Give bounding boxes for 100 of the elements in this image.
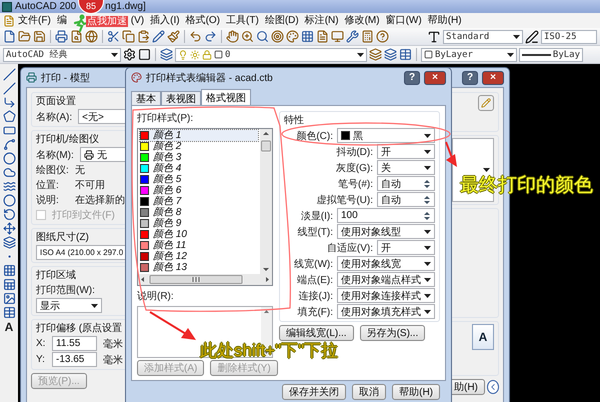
style-list-item[interactable]: 颜色 1	[140, 130, 258, 141]
dropdown[interactable]: ByLayer	[421, 48, 517, 62]
dropdown[interactable]: ISO-25	[541, 30, 597, 44]
table-icon[interactable]	[399, 48, 412, 61]
dropdown[interactable]: 0	[175, 48, 367, 62]
layers-icon[interactable]	[2, 236, 16, 249]
help-button[interactable]: ?	[462, 70, 478, 84]
square-icon[interactable]	[138, 48, 151, 61]
target-icon[interactable]	[271, 30, 284, 43]
style-list-item[interactable]: 颜色 10	[140, 229, 258, 240]
menu-item[interactable]: 窗口(W)	[382, 14, 425, 28]
dropdown[interactable]: 黑	[337, 128, 435, 143]
hatch-icon[interactable]	[2, 264, 16, 277]
text-style-icon[interactable]	[427, 30, 441, 44]
dropdown[interactable]: Standard	[443, 30, 523, 44]
cloud-icon[interactable]	[2, 166, 16, 179]
zoom-in-icon[interactable]	[241, 30, 254, 43]
tab[interactable]: 表视图	[161, 91, 201, 105]
menu-item[interactable]: 修改(M)	[342, 14, 383, 28]
brush-icon[interactable]	[167, 30, 180, 43]
polyline-icon[interactable]	[2, 96, 16, 109]
style-list-item[interactable]: 颜色 13	[140, 262, 258, 273]
spin-field[interactable]: 自动	[377, 192, 435, 207]
menu-item[interactable]: 绘图(D)	[262, 14, 302, 28]
region-icon[interactable]	[2, 292, 16, 305]
style-list-item[interactable]: 颜色 11	[140, 240, 258, 251]
dropdown[interactable]: 使用对象线宽	[337, 256, 435, 271]
dialog-button[interactable]: 帮助(H)	[392, 384, 440, 400]
style-list-item[interactable]: 颜色 9	[140, 218, 258, 229]
globe-icon[interactable]	[85, 30, 98, 43]
line-icon[interactable]	[2, 68, 16, 81]
dropdown[interactable]: ByLay	[519, 48, 583, 62]
palette-icon[interactable]	[286, 30, 299, 43]
new-file-icon[interactable]	[3, 30, 16, 43]
spin-field[interactable]: 100	[337, 208, 435, 223]
save-icon[interactable]	[33, 30, 46, 43]
dropdown[interactable]: 关	[377, 160, 435, 175]
table-icon[interactable]	[2, 306, 16, 319]
spin-arrows-icon[interactable]	[423, 178, 431, 190]
text-tool[interactable]: A	[4, 320, 14, 334]
edit-button[interactable]	[478, 95, 494, 111]
circle-icon[interactable]	[2, 152, 16, 165]
gear-icon[interactable]	[123, 48, 136, 61]
style-list-item[interactable]: 颜色 4	[140, 163, 258, 174]
help-icon[interactable]	[376, 30, 389, 43]
rotate-icon[interactable]	[2, 208, 16, 221]
menu-item[interactable]: 编	[54, 14, 70, 28]
grid-icon[interactable]	[301, 30, 314, 43]
edit-lineweights-button[interactable]: 编辑线宽(L)...	[279, 325, 354, 341]
menu-item[interactable]: (V)	[128, 14, 148, 28]
dropdown[interactable]: 开	[377, 240, 435, 255]
polygon-icon[interactable]	[2, 110, 16, 123]
spline-icon[interactable]	[2, 180, 16, 193]
move-icon[interactable]	[2, 222, 16, 235]
line-icon[interactable]	[2, 82, 16, 95]
dialog-button[interactable]: 保存并关闭	[282, 384, 346, 400]
spin-arrows-icon[interactable]	[423, 210, 431, 222]
dropdown[interactable]: 使用对象连接样式	[337, 288, 435, 303]
save-as-button[interactable]: 另存为(S)...	[360, 325, 426, 341]
layers-icon[interactable]	[369, 48, 382, 61]
wrench-icon[interactable]	[346, 30, 359, 43]
folder-icon[interactable]	[18, 30, 31, 43]
menu-item[interactable]: 插入(I)	[147, 14, 183, 28]
style-list-item[interactable]: 颜色 6	[140, 185, 258, 196]
tab[interactable]: 基本	[131, 91, 161, 105]
spin-arrows-icon[interactable]	[423, 194, 431, 206]
pen-icon[interactable]	[525, 30, 539, 44]
dropdown[interactable]: AutoCAD 经典	[3, 48, 121, 62]
spin-field[interactable]: 自动	[377, 176, 435, 191]
dropdown[interactable]: 显示	[36, 298, 102, 313]
style-list-item[interactable]: 颜色 8	[140, 207, 258, 218]
collapse-button[interactable]	[486, 380, 499, 394]
input-field[interactable]: -13.65	[52, 352, 97, 367]
rectangle-icon[interactable]	[2, 124, 16, 137]
page-search-icon[interactable]	[70, 30, 83, 43]
horizontal-scrollbar[interactable]	[138, 274, 272, 285]
close-button[interactable]: ×	[482, 70, 504, 84]
search-icon[interactable]	[256, 30, 269, 43]
menu-item[interactable]: 帮助(H)	[424, 14, 465, 28]
style-list-item[interactable]: 颜色 7	[140, 196, 258, 207]
cut-icon[interactable]	[107, 30, 120, 43]
layers-icon[interactable]	[160, 48, 173, 61]
dropdown[interactable]: 使用对象填充样式	[337, 304, 435, 319]
menu-item[interactable]: 文件(F)	[15, 14, 54, 28]
ellipse-icon[interactable]	[2, 194, 16, 207]
style-list-item[interactable]: 颜色 5	[140, 174, 258, 185]
style-list-item[interactable]: 颜色 3	[140, 152, 258, 163]
hand-icon[interactable]	[226, 30, 239, 43]
close-button[interactable]: ×	[424, 70, 446, 84]
pencil-icon[interactable]	[152, 30, 165, 43]
style-list-item[interactable]: 颜色 12	[140, 251, 258, 262]
paste-icon[interactable]	[137, 30, 150, 43]
help-button[interactable]: ?	[404, 70, 420, 84]
printer-icon[interactable]	[55, 30, 68, 43]
undo-icon[interactable]	[189, 30, 202, 43]
style-list-item[interactable]: 颜色 2	[140, 141, 258, 152]
menu-item[interactable]: 工具(T)	[223, 14, 262, 28]
dropdown[interactable]: 开	[377, 144, 435, 159]
menu-item[interactable]: 格式(O)	[182, 14, 224, 28]
dialog-button[interactable]: 取消	[352, 384, 386, 400]
